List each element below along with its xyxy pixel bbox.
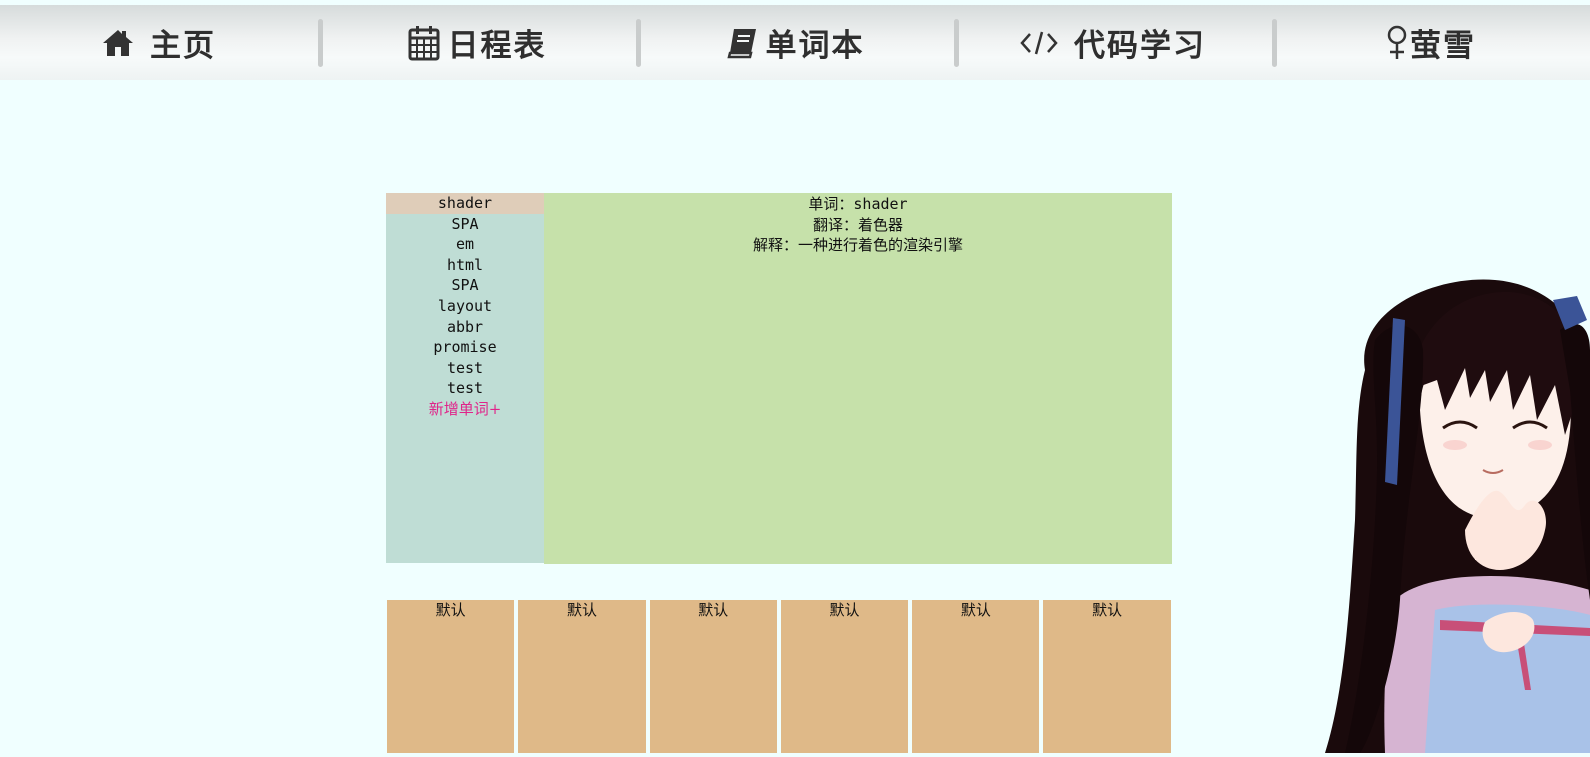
word-item[interactable]: abbr <box>386 317 544 338</box>
detail-explanation: 解释：一种进行着色的渲染引擎 <box>752 236 963 255</box>
default-card[interactable]: 默认 <box>387 600 515 753</box>
add-word-button[interactable]: 新增单词+ <box>386 399 544 420</box>
default-card[interactable]: 默认 <box>780 600 909 753</box>
mascot-character[interactable] <box>1325 270 1590 753</box>
nav-label-code: 代码学习 <box>1074 28 1206 64</box>
word-panel: shader SPA em html SPA layout abbr promi… <box>386 193 1172 564</box>
calendar-icon <box>408 25 440 61</box>
nav-label-schedule: 日程表 <box>447 28 547 64</box>
word-list: shader SPA em html SPA layout abbr promi… <box>386 193 544 563</box>
word-item[interactable]: html <box>386 255 544 276</box>
nav-item-home[interactable]: 主页 <box>0 5 318 80</box>
female-icon <box>1386 25 1408 61</box>
word-item[interactable]: test <box>386 358 544 379</box>
default-card[interactable]: 默认 <box>518 600 646 753</box>
nav-label-home: 主页 <box>150 28 216 64</box>
word-item[interactable]: test <box>386 378 544 399</box>
card-row: 默认 默认 默认 默认 默认 默认 <box>387 600 1173 753</box>
default-card[interactable]: 默认 <box>912 600 1040 753</box>
word-item[interactable]: em <box>386 234 544 255</box>
word-item[interactable]: SPA <box>386 275 544 296</box>
word-item[interactable]: layout <box>386 296 544 317</box>
nav-item-profile[interactable]: 萤雪 <box>1272 5 1590 80</box>
top-nav-bar: 主页 日程表 单词本 代码学习 萤雪 <box>0 5 1590 80</box>
nav-label-profile: 萤雪 <box>1410 28 1476 64</box>
nav-item-code[interactable]: 代码学习 <box>954 5 1272 80</box>
nav-label-wordbook: 单词本 <box>765 28 865 64</box>
mascot-illustration <box>1325 279 1590 753</box>
word-detail: 单词：shader 翻译：着色器 解释：一种进行着色的渲染引擎 <box>544 193 1172 564</box>
code-icon <box>1020 30 1058 56</box>
word-item[interactable]: promise <box>386 337 544 358</box>
home-icon <box>102 28 134 58</box>
nav-item-wordbook[interactable]: 单词本 <box>636 5 954 80</box>
book-icon <box>726 27 758 59</box>
detail-translation: 翻译：着色器 <box>812 215 903 234</box>
default-card[interactable]: 默认 <box>649 600 777 753</box>
word-item[interactable]: SPA <box>386 214 544 235</box>
nav-item-schedule[interactable]: 日程表 <box>318 5 636 80</box>
default-card[interactable]: 默认 <box>1043 600 1171 753</box>
detail-word: 单词：shader <box>808 195 908 213</box>
word-item-selected[interactable]: shader <box>386 193 544 214</box>
